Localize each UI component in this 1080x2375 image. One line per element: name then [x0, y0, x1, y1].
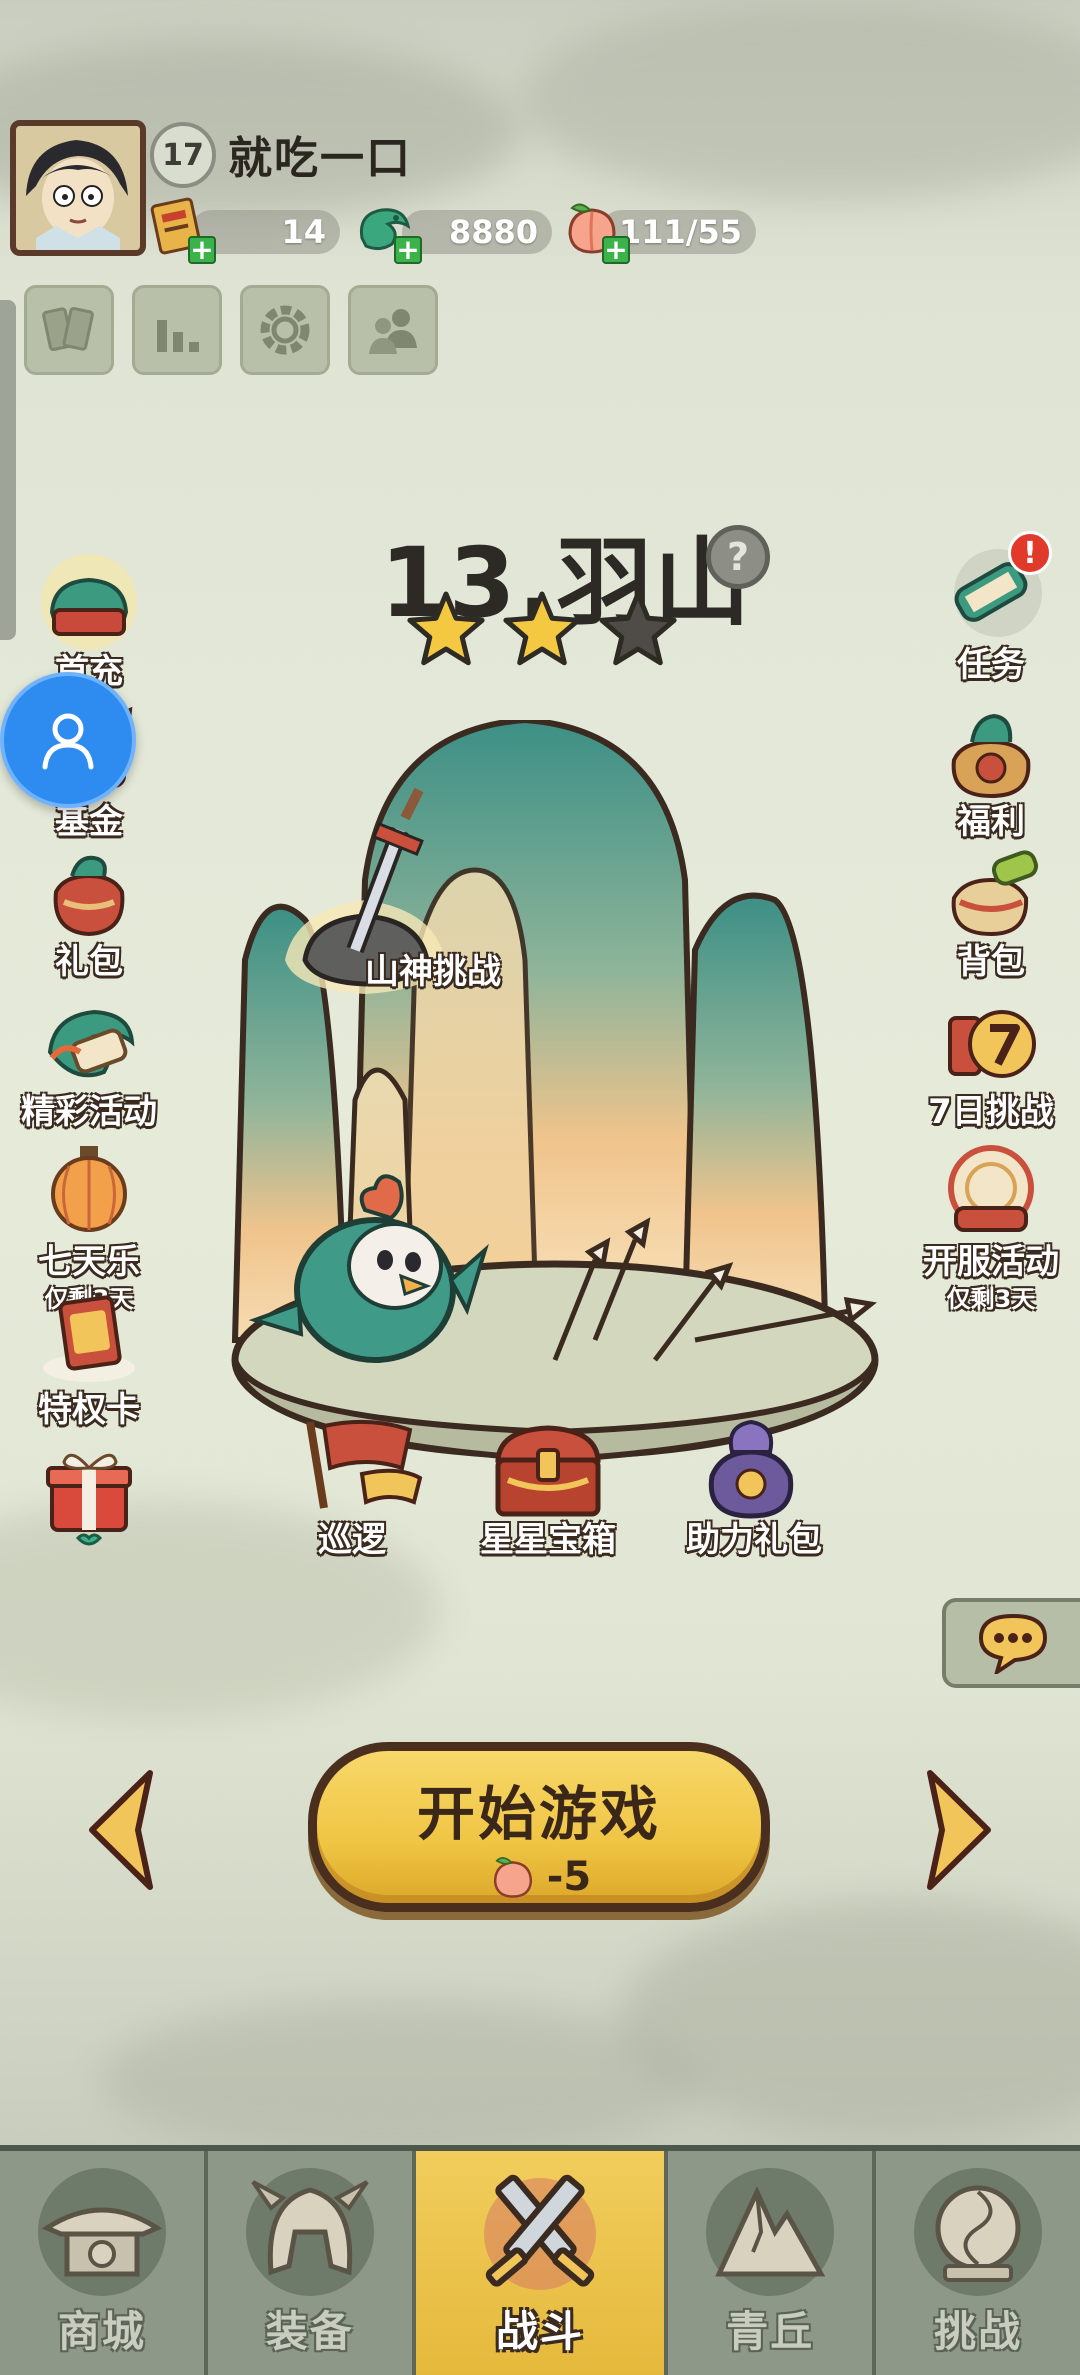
challenge-orb-icon [903, 2162, 1053, 2312]
ranking-button[interactable] [132, 285, 222, 375]
previous-stage-button[interactable] [80, 1765, 160, 1895]
jade-count: 8880 [448, 213, 538, 251]
star-chest-icon[interactable] [488, 1420, 608, 1520]
cards-icon [42, 307, 94, 352]
ticket-count: 14 [281, 213, 326, 251]
tasks-scroll-icon: ! [936, 531, 1052, 645]
patrol-flag-icon[interactable] [290, 1412, 440, 1512]
welfare-button[interactable]: 福利 [916, 702, 1066, 843]
start-cost-value: -5 [546, 1854, 592, 1900]
seven-day-joy-button[interactable]: 七天乐 仅剩3天 [14, 1142, 164, 1314]
mountain-god-challenge-label[interactable]: 山神挑战 [365, 944, 501, 993]
tasks-alert-badge: ! [1008, 531, 1052, 575]
first-recharge-icon [34, 552, 144, 652]
gift-bag-icon [34, 842, 144, 942]
friends-button[interactable] [348, 285, 438, 375]
seven-day-challenge-button[interactable]: 7日挑战 [916, 992, 1066, 1133]
add-stamina-icon[interactable]: + [602, 236, 630, 264]
backpack-icon [936, 842, 1046, 942]
mountain-peaks-icon [695, 2162, 845, 2312]
add-jade-icon[interactable]: + [394, 236, 422, 264]
chevron-right-icon [927, 1770, 991, 1890]
player-level-badge: 17 [150, 122, 216, 188]
help-icon: ? [726, 535, 750, 579]
backpack-button[interactable]: 背包 [916, 842, 1066, 983]
star-filled-icon [503, 591, 581, 666]
user-icon [42, 713, 94, 770]
events-button[interactable]: 精彩活动 [14, 992, 164, 1133]
patrol-label[interactable]: 巡逻 [318, 1512, 386, 1561]
jade-counter: 8880 [402, 210, 552, 254]
tab-shop[interactable]: 商城 [0, 2151, 208, 2375]
assistant-float-button[interactable] [0, 672, 136, 808]
settings-button[interactable] [240, 285, 330, 375]
gift-box-icon [34, 1440, 144, 1560]
player-name: 就吃一口 [228, 133, 412, 184]
seven-day-challenge-icon [936, 992, 1046, 1092]
start-game-cost: -5 [317, 1851, 761, 1903]
lantern-icon [34, 1142, 144, 1242]
next-stage-button[interactable] [920, 1765, 1000, 1895]
start-game-button[interactable]: 开始游戏 -5 [308, 1742, 770, 1912]
star-chest-label[interactable]: 星星宝箱 [480, 1512, 616, 1561]
welfare-bag-icon [936, 702, 1046, 802]
star-filled-icon [407, 591, 485, 666]
tab-qingqiu[interactable]: 青丘 [668, 2151, 877, 2375]
crossed-swords-icon [465, 2162, 615, 2312]
start-game-label: 开始游戏 [416, 1780, 661, 1848]
star-empty-icon [599, 591, 677, 666]
privilege-card-button[interactable]: 特权卡 [14, 1290, 164, 1431]
privilege-card-icon [34, 1290, 144, 1390]
tasks-button[interactable]: ! 任务 [916, 531, 1066, 686]
stage-stars [398, 590, 688, 670]
friends-icon [369, 309, 417, 354]
server-launch-event-button[interactable]: 开服活动 仅剩3天 [916, 1142, 1066, 1314]
settings-gear-icon [260, 305, 310, 355]
gift-pack-button[interactable]: 礼包 [14, 842, 164, 983]
add-ticket-icon[interactable]: + [188, 236, 216, 264]
helmet-icon [235, 2162, 385, 2312]
ranking-icon [157, 320, 199, 352]
first-recharge-button[interactable]: 首充 [14, 552, 164, 693]
gift-box-button[interactable] [14, 1440, 164, 1552]
bottom-nav: 商城 装备 战斗 青丘 挑战 [0, 2145, 1080, 2375]
cards-button[interactable] [24, 285, 114, 375]
server-event-icon [936, 1142, 1046, 1242]
peach-stamina-icon[interactable]: + [560, 196, 630, 264]
player-avatar[interactable] [10, 120, 146, 256]
jade-dragon-icon[interactable]: + [352, 196, 422, 264]
tab-challenge[interactable]: 挑战 [876, 2151, 1080, 2375]
server-launch-event-remaining: 仅剩3天 [946, 1285, 1036, 1313]
tab-battle[interactable]: 战斗 [415, 2151, 669, 2375]
events-scroll-icon [34, 992, 144, 1092]
assist-pack-label[interactable]: 助力礼包 [686, 1512, 822, 1561]
shop-pavilion-icon [27, 2162, 177, 2312]
stamina-count: 111/55 [618, 213, 742, 251]
chat-bubble-icon [978, 1613, 1048, 1674]
peach-stamina-icon [493, 1857, 532, 1898]
ticket-icon[interactable]: + [146, 196, 216, 264]
assist-pack-icon[interactable] [696, 1412, 806, 1522]
chat-button[interactable] [942, 1598, 1080, 1688]
chevron-left-icon [89, 1770, 153, 1890]
stage-diorama: 山神挑战 [215, 716, 895, 1510]
tab-equipment[interactable]: 装备 [207, 2151, 416, 2375]
stage-help-button[interactable]: ? [706, 525, 770, 589]
